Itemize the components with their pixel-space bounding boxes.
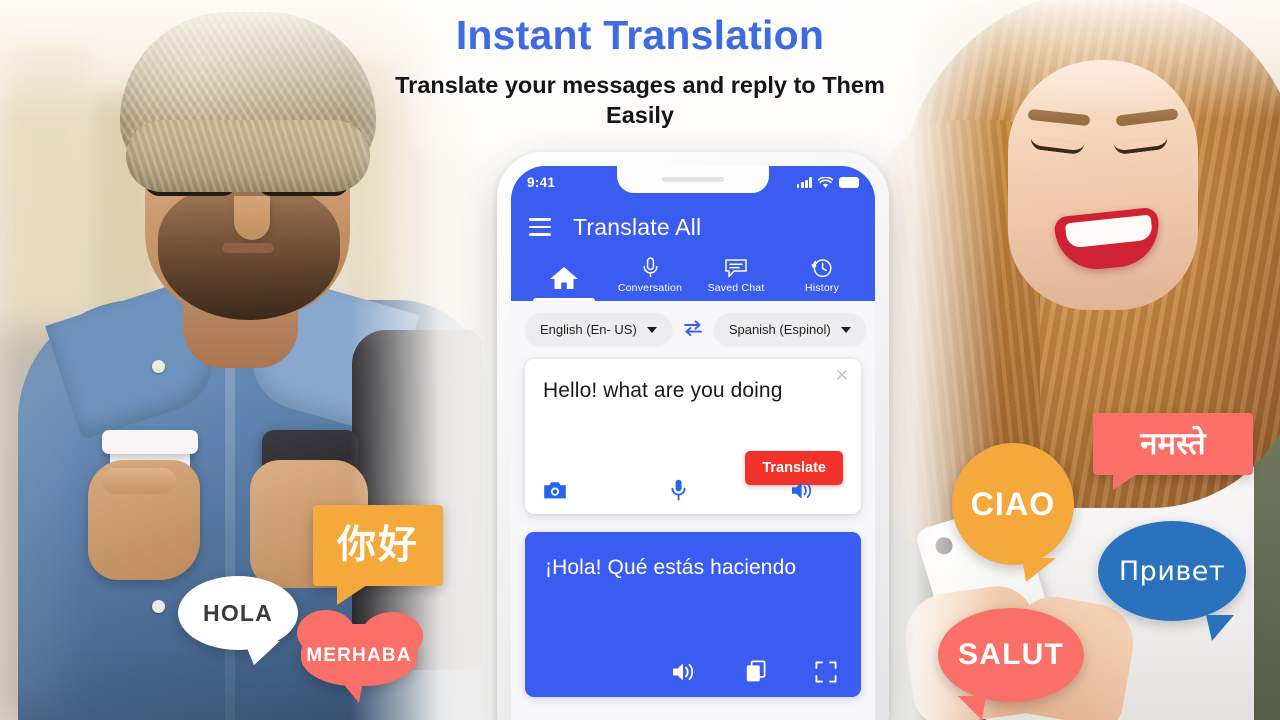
speech-bubble-namaste-text: नमस्ते xyxy=(1140,425,1206,462)
tab-bar: Conversation Saved Chat History xyxy=(511,249,875,301)
tab-conversation[interactable]: Conversation xyxy=(607,257,693,301)
chat-bubble-icon xyxy=(725,259,747,278)
speech-bubble-ciao-text: CIAO xyxy=(970,486,1056,522)
bubble-tail xyxy=(337,585,367,605)
speech-bubble-merhaba-text: MERHABA xyxy=(306,644,412,666)
speech-bubble-ciao: CIAO xyxy=(952,443,1074,582)
source-text-card: ✕ Hello! what are you doing Translate xyxy=(525,359,861,514)
close-x-icon[interactable]: ✕ xyxy=(835,367,849,384)
tab-saved-chat[interactable]: Saved Chat xyxy=(693,258,779,301)
clock-history-icon xyxy=(811,259,832,278)
coffee-cup-lid xyxy=(102,430,198,454)
speech-bubble-nihao-text: 你好 xyxy=(336,523,419,568)
speech-bubble-nihao: 你好 xyxy=(313,505,443,605)
bubble-tail xyxy=(341,681,363,703)
man-lips xyxy=(222,243,274,253)
camera-icon[interactable] xyxy=(543,480,567,500)
status-bar-indicators xyxy=(796,176,859,189)
speaker-icon[interactable] xyxy=(790,480,815,501)
tab-home[interactable] xyxy=(521,265,607,301)
bubble-tail xyxy=(1113,474,1137,490)
page-subtitle: Translate your messages and reply to The… xyxy=(395,72,885,129)
page-title: Instant Translation xyxy=(455,12,825,58)
microphone-icon xyxy=(642,257,658,277)
speaker-icon[interactable] xyxy=(671,661,697,683)
app-bar: Translate All xyxy=(511,199,875,249)
phone-screen: 9:41 Translate All Conversation Saved Ch… xyxy=(511,166,875,720)
speech-bubble-salut: SALUT xyxy=(938,608,1084,720)
speech-bubble-privet-text: Привет xyxy=(1118,555,1226,587)
bubble-tail xyxy=(244,641,280,665)
phone-mockup: 9:41 Translate All Conversation Saved Ch… xyxy=(497,152,889,720)
copy-icon[interactable] xyxy=(745,660,767,683)
phone-notch xyxy=(617,166,769,193)
battery-icon xyxy=(839,177,859,188)
speech-bubble-hola: HOLA xyxy=(178,576,298,665)
promo-banner: Instant Translation Translate your messa… xyxy=(0,0,1280,720)
chevron-down-icon xyxy=(646,326,657,333)
speech-bubble-namaste: नमस्ते xyxy=(1093,413,1253,490)
target-language-label: Spanish (Espinol) xyxy=(728,322,831,337)
wifi-icon xyxy=(818,176,833,188)
bubble-tail xyxy=(958,696,986,720)
target-language-dropdown[interactable]: Spanish (Espinol) xyxy=(713,313,866,346)
swap-arrows-icon[interactable] xyxy=(682,319,704,341)
status-bar: 9:41 xyxy=(511,166,875,199)
translated-text-card: ¡Hola! Qué estás haciendo xyxy=(525,532,861,697)
speech-bubble-hola-text: HOLA xyxy=(203,599,273,626)
tab-history-label: History xyxy=(804,282,840,294)
man-hand-holding-cup xyxy=(88,460,200,580)
home-icon xyxy=(550,267,578,289)
translated-text: ¡Hola! Qué estás haciendo xyxy=(545,556,797,579)
fullscreen-expand-icon[interactable] xyxy=(815,660,837,683)
beanie-brim xyxy=(126,120,370,192)
speech-bubble-merhaba: MERHABA xyxy=(297,610,423,703)
translated-card-actions xyxy=(545,640,841,683)
source-language-dropdown[interactable]: English (En- US) xyxy=(525,313,672,346)
speech-bubble-salut-text: SALUT xyxy=(958,638,1064,671)
chevron-down-icon xyxy=(840,326,851,333)
tab-conversation-label: Conversation xyxy=(617,282,683,294)
status-bar-time: 9:41 xyxy=(527,175,556,190)
source-text-input[interactable]: Hello! what are you doing xyxy=(543,377,843,433)
notch-speaker-grille xyxy=(662,177,724,182)
hero-text-block: Instant Translation Translate your messa… xyxy=(0,12,1280,130)
microphone-icon[interactable] xyxy=(671,479,686,501)
tab-history[interactable]: History xyxy=(779,257,865,301)
app-title: Translate All xyxy=(573,213,702,240)
bubble-tail xyxy=(1206,615,1234,641)
language-selector-row: English (En- US) Spanish (Espinol) xyxy=(525,313,866,346)
man-nose xyxy=(234,196,270,240)
hamburger-menu-icon[interactable] xyxy=(529,218,551,236)
signal-bars-icon xyxy=(796,177,812,188)
bubble-tail xyxy=(1022,558,1056,582)
translate-screen-body: English (En- US) Spanish (Espinol) ✕ Hel… xyxy=(511,301,875,697)
tab-saved-chat-label: Saved Chat xyxy=(707,282,765,294)
source-language-label: English (En- US) xyxy=(540,322,637,337)
source-card-icon-row xyxy=(543,479,843,501)
speech-bubble-privet: Привет xyxy=(1098,521,1246,641)
